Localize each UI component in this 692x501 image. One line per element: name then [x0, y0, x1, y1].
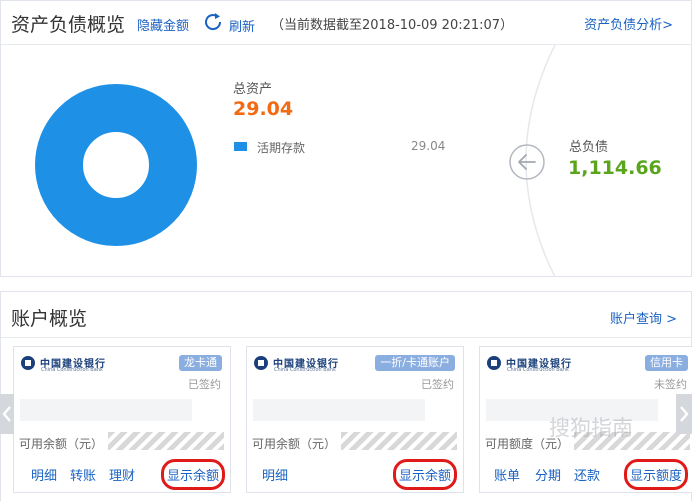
carousel-next-button[interactable] — [676, 394, 692, 434]
sign-status: 已签约 — [421, 378, 454, 391]
transfer-button[interactable]: 转账 — [70, 465, 96, 484]
legend-value-current-deposit: 29.04 — [411, 139, 446, 153]
ccb-logo-icon — [21, 356, 35, 370]
available-balance-label: 可用余额（元） — [252, 437, 337, 451]
show-balance-button[interactable]: 显示余额 — [392, 459, 458, 490]
refresh-button[interactable]: 刷新 — [229, 16, 255, 35]
bank-name-en: China Construction Bank — [274, 367, 336, 373]
hide-amount-link[interactable]: 隐藏金额 — [137, 15, 189, 34]
total-asset-value: 29.04 — [233, 98, 294, 120]
card-type-badge: 信用卡 — [645, 355, 688, 371]
bank-logo: 中国建设银行 China Construction Bank — [20, 355, 130, 373]
detail-button[interactable]: 明细 — [262, 465, 288, 484]
legend-label-current-deposit: 活期存款 — [257, 141, 306, 155]
ccb-logo-icon — [487, 356, 501, 370]
repayment-button[interactable]: 还款 — [574, 465, 600, 484]
watermark: 搜狗指南 — [549, 416, 633, 440]
sign-status: 未签约 — [654, 378, 687, 391]
ccb-logo-icon — [254, 356, 268, 370]
show-balance-button[interactable]: 显示余额 — [160, 459, 226, 490]
bank-name-en: China Construction Bank — [507, 367, 569, 373]
donut-slice-current-deposit — [35, 84, 197, 246]
circle-left-arrow-icon[interactable] — [508, 143, 546, 181]
refresh-icon[interactable] — [202, 11, 224, 33]
card-actions: 明细 显示余额 — [247, 459, 463, 490]
asset-header: 资产负债概览 隐藏金额 刷新 （当前数据截至2018-10-09 20:21:0… — [1, 1, 691, 45]
account-card-passbook[interactable]: 中国建设银行 China Construction Bank 一折/卡通账户 已… — [246, 346, 464, 493]
installment-button[interactable]: 分期 — [535, 465, 561, 484]
account-query-link[interactable]: 账户查询 > — [610, 308, 677, 327]
masked-card-number — [253, 399, 425, 421]
carousel-prev-button[interactable] — [0, 394, 14, 434]
bank-logo: 中国建设银行 China Construction Bank — [486, 355, 596, 373]
sign-status: 已签约 — [188, 378, 221, 391]
card-type-badge: 龙卡通 — [179, 355, 222, 371]
hidden-balance-mask — [341, 432, 457, 450]
asset-donut-chart — [35, 84, 197, 246]
available-balance-label: 可用余额（元） — [19, 437, 104, 451]
show-limit-button[interactable]: 显示额度 — [623, 459, 689, 490]
total-debt-value: 1,114.66 — [568, 157, 662, 179]
data-timestamp: （当前数据截至2018-10-09 20:21:07） — [271, 18, 514, 33]
detail-button[interactable]: 明细 — [31, 465, 57, 484]
asset-overview-panel: 资产负债概览 隐藏金额 刷新 （当前数据截至2018-10-09 20:21:0… — [0, 0, 692, 277]
card-type-badge: 一折/卡通账户 — [375, 355, 455, 371]
chevron-right-icon — [680, 406, 689, 422]
masked-card-number — [20, 399, 192, 421]
bill-button[interactable]: 账单 — [494, 465, 520, 484]
legend-swatch-current-deposit — [234, 142, 247, 151]
card-actions: 账单 分期 还款 显示额度 — [480, 459, 692, 490]
account-card-longkatong[interactable]: 中国建设银行 China Construction Bank 龙卡通 已签约 可… — [13, 346, 231, 493]
bank-name-en: China Construction Bank — [41, 367, 103, 373]
total-asset-label: 总资产 — [233, 82, 273, 97]
account-divider — [1, 337, 691, 338]
wealth-button[interactable]: 理财 — [109, 465, 135, 484]
account-overview-title: 账户概览 — [11, 308, 88, 330]
card-actions: 明细 转账 理财 显示余额 — [14, 459, 230, 490]
asset-analysis-link[interactable]: 资产负债分析> — [584, 14, 673, 33]
chevron-left-icon — [2, 406, 11, 422]
asset-overview-title: 资产负债概览 — [11, 14, 126, 36]
bank-logo: 中国建设银行 China Construction Bank — [253, 355, 363, 373]
total-debt-label: 总负债 — [569, 140, 609, 155]
hidden-balance-mask — [108, 432, 224, 450]
